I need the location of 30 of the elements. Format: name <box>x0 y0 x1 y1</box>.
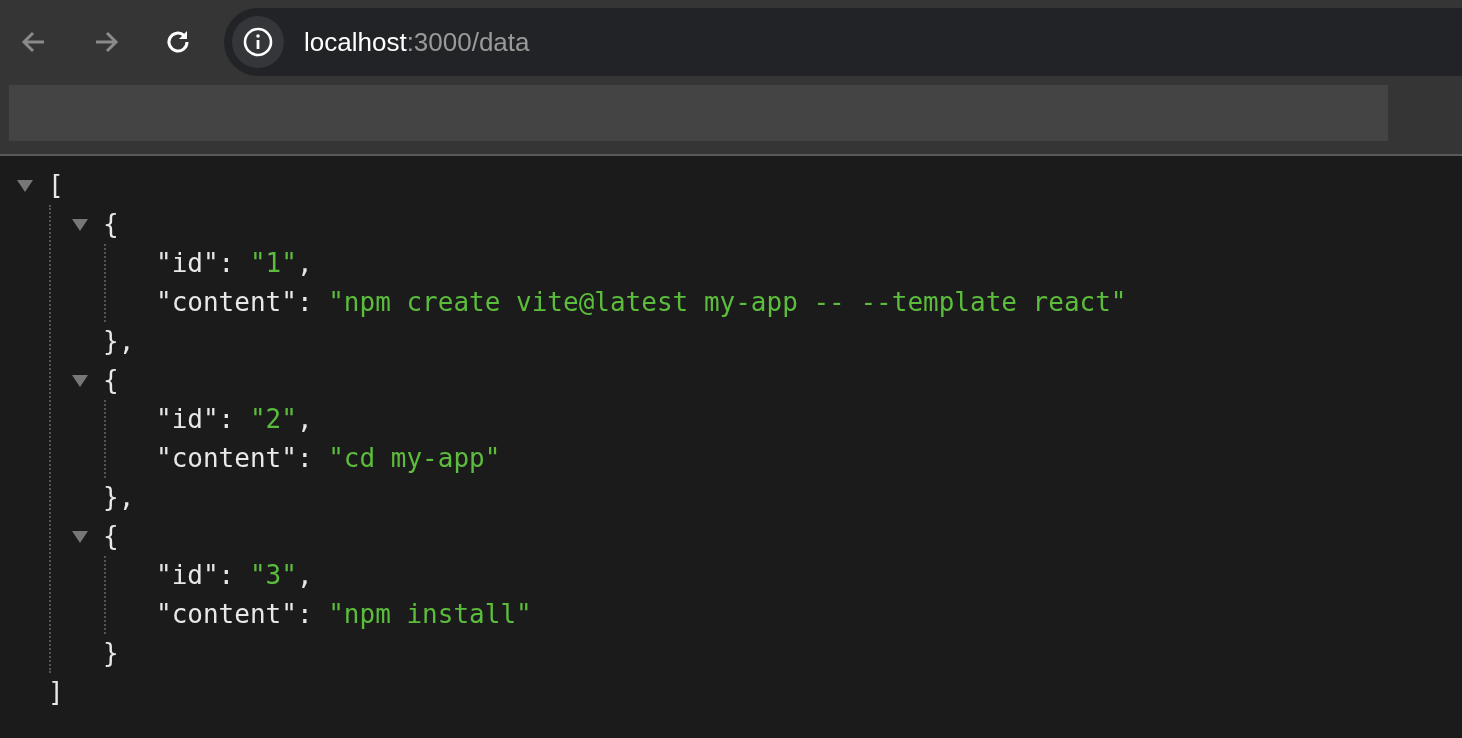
json-string-value: "1" <box>249 247 297 280</box>
url-text: localhost:3000/data <box>304 26 530 58</box>
json-bracket: [ <box>48 169 64 202</box>
json-bracket: { <box>103 520 119 553</box>
json-key: "content": <box>156 283 313 322</box>
json-bracket: } <box>103 637 119 670</box>
address-bar[interactable]: localhost:3000/data <box>224 8 1462 76</box>
expand-triangle-icon[interactable] <box>71 217 89 232</box>
json-bracket: }, <box>103 481 135 514</box>
json-key: "content": <box>156 439 313 478</box>
json-key: "id": <box>156 556 235 595</box>
json-bracket: { <box>103 208 119 241</box>
json-key: "content": <box>156 595 313 634</box>
json-comma: , <box>296 559 313 592</box>
json-key: "id": <box>156 244 235 283</box>
json-comma: , <box>296 403 313 436</box>
json-string-value: "npm install" <box>328 598 532 631</box>
json-comma: , <box>296 247 313 280</box>
json-bracket: }, <box>103 325 135 358</box>
expand-triangle-icon[interactable] <box>71 529 89 544</box>
json-string-value: "cd my-app" <box>328 442 501 475</box>
json-key: "id": <box>156 400 235 439</box>
expand-triangle-icon[interactable] <box>71 373 89 388</box>
json-string-value: "npm create vite@latest my-app -- --template react" <box>328 286 1127 319</box>
json-bracket: { <box>103 364 119 397</box>
json-string-value: "2" <box>249 403 297 436</box>
info-icon[interactable] <box>232 16 284 68</box>
json-string-value: "3" <box>249 559 297 592</box>
expand-triangle-icon[interactable] <box>16 178 34 193</box>
json-bracket: ] <box>48 676 64 709</box>
